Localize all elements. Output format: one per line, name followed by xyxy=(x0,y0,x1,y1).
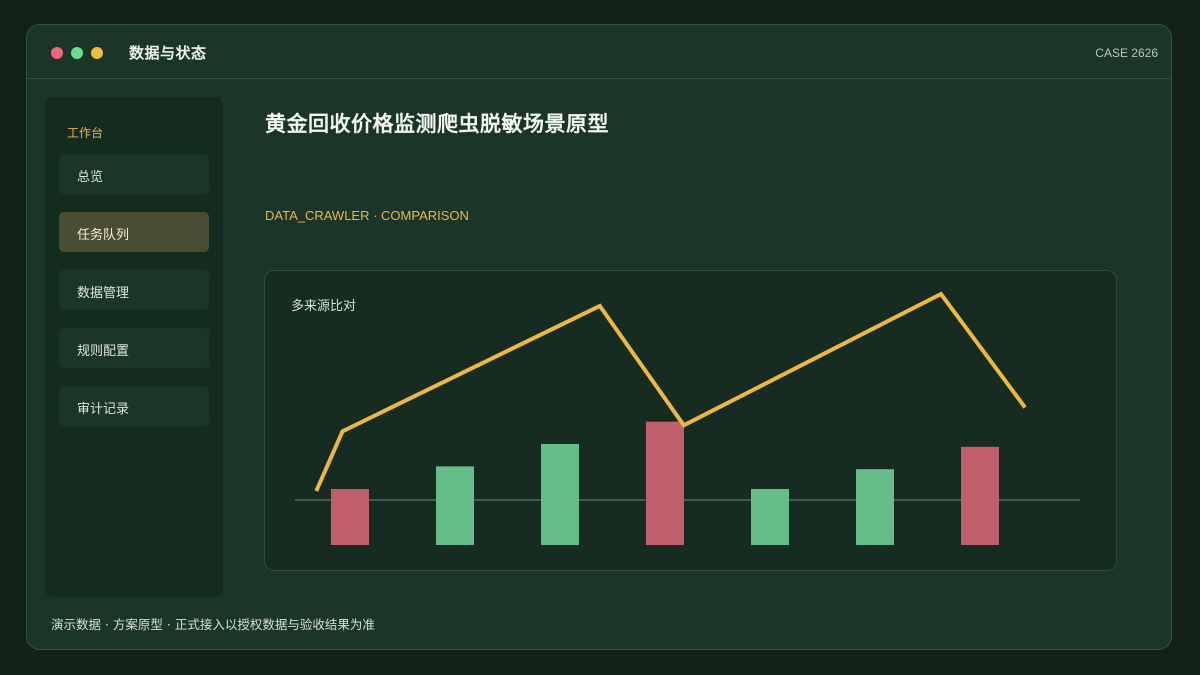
chart-bar xyxy=(331,489,369,545)
chart-bar xyxy=(961,446,999,545)
chart-bar xyxy=(436,466,474,545)
chart-bar xyxy=(541,444,579,545)
maximize-window-button[interactable] xyxy=(71,47,83,59)
sidebar-item-data-management[interactable]: 数据管理 xyxy=(59,270,209,310)
sidebar-item-task-queue[interactable]: 任务队列 xyxy=(59,212,209,252)
sidebar-item-label: 任务队列 xyxy=(77,228,130,243)
app-title: 数据与状态 xyxy=(129,44,207,62)
sidebar: 工作台 总览 任务队列 数据管理 规则配置 审计记录 xyxy=(45,97,223,597)
close-window-button[interactable] xyxy=(51,47,63,59)
sidebar-item-label: 审计记录 xyxy=(77,402,130,417)
title-bar: 数据与状态 CASE 2626 xyxy=(27,25,1171,79)
page-title: 黄金回收价格监测爬虫脱敏场景原型 xyxy=(265,112,609,136)
chart-bar xyxy=(646,421,684,545)
sidebar-item-label: 规则配置 xyxy=(77,344,130,359)
chart-bar xyxy=(751,489,789,545)
sidebar-item-rule-config[interactable]: 规则配置 xyxy=(59,328,209,368)
page-subtitle: DATA_CRAWLER · COMPARISON xyxy=(265,208,469,223)
case-id-label: CASE 2626 xyxy=(1095,46,1158,60)
sidebar-heading: 工作台 xyxy=(67,126,104,140)
sidebar-item-label: 数据管理 xyxy=(77,286,130,301)
comparison-chart xyxy=(295,291,1080,545)
sidebar-item-audit-log[interactable]: 审计记录 xyxy=(59,386,209,426)
app-window: 数据与状态 CASE 2626 工作台 总览 任务队列 数据管理 规则配置 审计… xyxy=(26,24,1172,650)
comparison-chart-card: 多来源比对 xyxy=(264,270,1117,571)
chart-bar xyxy=(856,469,894,545)
minimize-window-button[interactable] xyxy=(91,47,103,59)
sidebar-item-label: 总览 xyxy=(77,170,104,185)
footer-note: 演示数据 · 方案原型 · 正式接入以授权数据与验收结果为准 xyxy=(51,617,375,632)
sidebar-item-overview[interactable]: 总览 xyxy=(59,154,209,194)
